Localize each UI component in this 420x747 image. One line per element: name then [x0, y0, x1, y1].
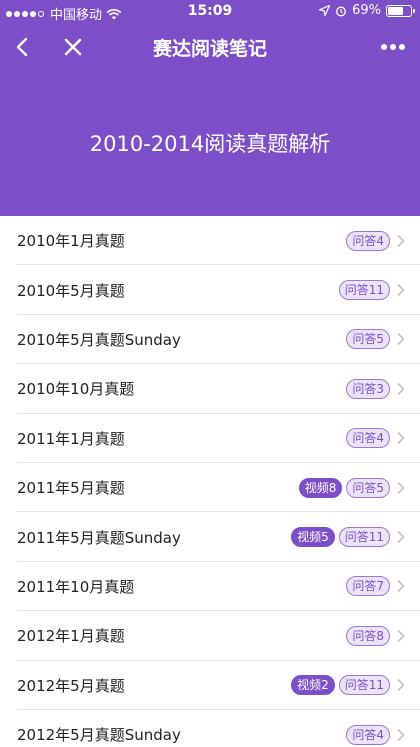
chevron-right-icon [397, 481, 405, 494]
badge-group: 问答8 [346, 625, 390, 646]
chevron-right-icon [397, 333, 405, 346]
chevron-right-icon [397, 432, 405, 445]
more-button[interactable] [376, 34, 410, 60]
more-dot-icon [390, 44, 396, 50]
list-item[interactable]: 2011年10月真题 问答7 [0, 562, 420, 612]
chevron-right-icon [397, 382, 405, 395]
navbar: 赛达阅读笔记 [0, 24, 420, 70]
alarm-icon [336, 6, 347, 16]
list-item-title: 2010年10月真题 [17, 380, 135, 399]
badge-group: 问答5 [346, 329, 390, 350]
list-item[interactable]: 2012年5月真题 视频2 问答11 [0, 661, 420, 711]
header: 中国移动 15:09 69% 赛达阅读笔记 2010-2014阅读真题解析 [0, 0, 420, 216]
list-item-title: 2011年5月真题Sunday [17, 528, 181, 547]
badge-group: 视频8 问答5 [298, 477, 390, 498]
chevron-right-icon [397, 283, 405, 297]
list-item-title: 2012年1月真题 [17, 627, 125, 646]
video-count-badge: 视频8 [298, 477, 343, 498]
chevron-right-icon [397, 580, 405, 593]
status-right: 69% [319, 3, 415, 18]
list-item-title: 2012年5月真题 [17, 676, 125, 695]
chevron-right-icon [397, 728, 405, 741]
chevron-right-icon [397, 234, 405, 247]
chevron-right-icon [397, 679, 405, 692]
back-button[interactable] [8, 32, 38, 62]
qa-count-badge: 问答4 [346, 230, 390, 251]
badge-group: 问答3 [346, 378, 390, 399]
list-item[interactable]: 2011年1月真题 问答4 [0, 414, 420, 464]
list-item-title: 2010年5月真题Sunday [17, 330, 181, 349]
qa-count-badge: 问答5 [346, 329, 390, 350]
qa-count-badge: 问答11 [338, 527, 390, 548]
list-item-title: 2010年5月真题 [17, 281, 125, 300]
close-button[interactable] [58, 32, 88, 62]
badge-group: 问答11 [338, 280, 390, 301]
chevron-right-icon [397, 629, 405, 642]
qa-count-badge: 问答3 [346, 378, 390, 399]
badge-group: 问答4 [346, 428, 390, 449]
badge-group: 问答4 [346, 230, 390, 251]
badge-group: 视频2 问答11 [291, 675, 390, 696]
video-count-badge: 视频2 [291, 675, 335, 696]
list-item[interactable]: 2010年10月真题 问答3 [0, 364, 420, 414]
battery-fill [388, 6, 404, 15]
chevron-right-icon [397, 530, 405, 544]
chevron-left-icon [16, 37, 28, 57]
list-item[interactable]: 2012年1月真题 问答8 [0, 611, 420, 661]
exam-list: 2010年1月真题 问答4 2010年5月真题 问答11 2010年5月真题Sunday… [0, 216, 420, 747]
list-item[interactable]: 2010年1月真题 问答4 [0, 216, 420, 266]
battery-icon [386, 4, 415, 17]
list-item[interactable]: 2011年5月真题Sunday 视频5 问答11 [0, 512, 420, 563]
more-dot-icon [399, 44, 405, 50]
badge-group: 问答7 [346, 576, 390, 597]
qa-count-badge: 问答4 [346, 724, 390, 745]
location-arrow-icon [319, 5, 331, 16]
qa-count-badge: 问答7 [346, 576, 390, 597]
list-item[interactable]: 2010年5月真题 问答11 [0, 265, 420, 316]
status-bar: 中国移动 15:09 69% [0, 0, 420, 24]
battery-percent: 69% [352, 3, 381, 18]
qa-count-badge: 问答11 [338, 280, 390, 301]
list-item-title: 2011年1月真题 [17, 429, 125, 448]
banner-title: 2010-2014阅读真题解析 [89, 132, 331, 156]
badge-group: 问答4 [346, 724, 390, 745]
list-item-title: 2012年5月真题Sunday [17, 726, 181, 745]
close-icon [64, 38, 82, 56]
list-item-title: 2011年5月真题 [17, 479, 125, 498]
list-item[interactable]: 2010年5月真题Sunday 问答5 [0, 315, 420, 365]
qa-count-badge: 问答8 [346, 625, 390, 646]
badge-group: 视频5 问答11 [291, 527, 390, 548]
qa-count-badge: 问答11 [338, 675, 390, 696]
list-item[interactable]: 2012年5月真题Sunday 问答4 [0, 710, 420, 747]
list-item-title: 2010年1月真题 [17, 232, 125, 251]
video-count-badge: 视频5 [291, 527, 335, 548]
list-item-title: 2011年10月真题 [17, 577, 135, 596]
list-item[interactable]: 2011年5月真题 视频8 问答5 [0, 463, 420, 513]
qa-count-badge: 问答4 [346, 428, 390, 449]
more-dot-icon [381, 44, 387, 50]
qa-count-badge: 问答5 [346, 477, 390, 498]
